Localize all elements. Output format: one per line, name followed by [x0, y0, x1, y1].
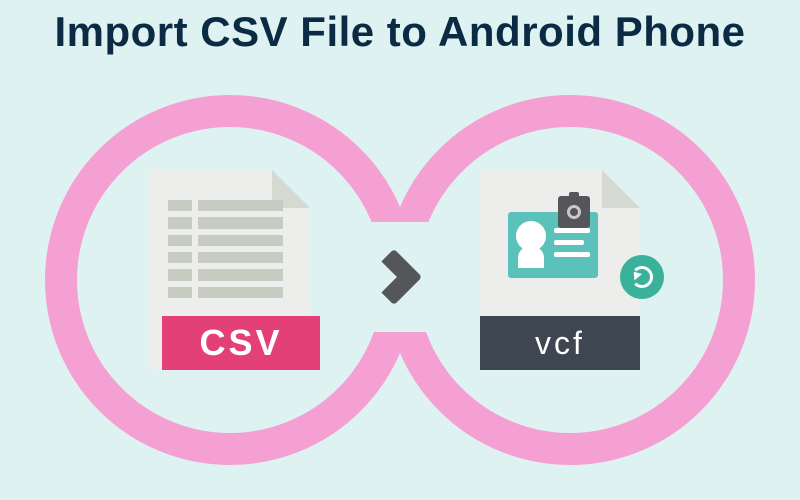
avatar-body-icon [518, 246, 544, 268]
csv-file-icon: CSV [150, 170, 310, 370]
csv-format-badge: CSV [162, 316, 320, 370]
contact-line [554, 228, 590, 233]
contact-line [554, 252, 590, 257]
refresh-icon [620, 255, 664, 299]
camera-icon [558, 196, 590, 228]
chevron-right-icon [366, 249, 423, 306]
page-fold-corner [602, 170, 640, 208]
conversion-arrow-container [360, 222, 440, 332]
contact-line [554, 240, 584, 245]
vcf-format-badge: vcf [480, 316, 640, 370]
spreadsheet-grid-icon [168, 200, 283, 298]
page-title: Import CSV File to Android Phone [0, 8, 800, 56]
vcf-file-icon: vcf [480, 170, 640, 370]
